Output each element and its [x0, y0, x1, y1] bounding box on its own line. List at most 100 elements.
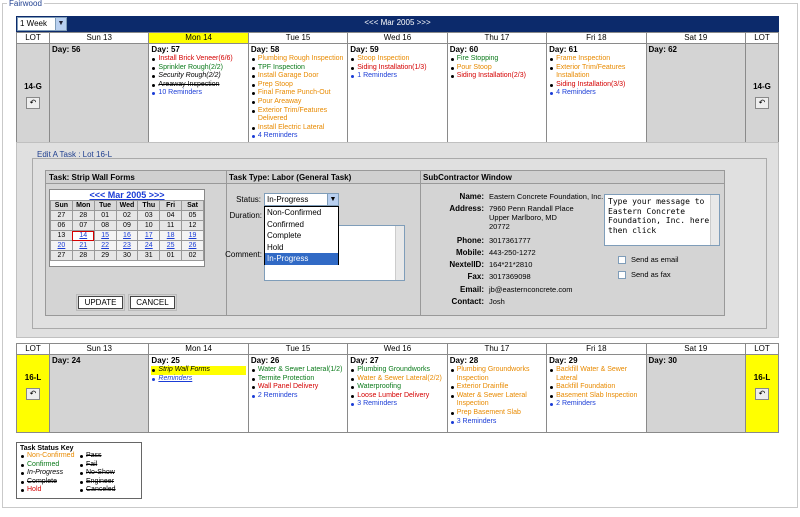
reminders-link[interactable]: 3 Reminders [350, 400, 444, 409]
status-option[interactable]: In-Progress [265, 253, 338, 265]
task-item[interactable]: Frame Inspection [549, 55, 643, 64]
task-item[interactable]: Plumbing Rough Inspection [251, 55, 345, 64]
task-item[interactable]: Areaway Inspection [151, 81, 245, 90]
day-cell[interactable]: Day: 56 [48, 43, 150, 150]
mini-day[interactable]: 25 [159, 240, 183, 251]
mini-day[interactable]: 19 [181, 230, 204, 241]
task-item[interactable]: Install Electric Lateral [251, 124, 345, 133]
mini-day[interactable]: 01 [159, 250, 183, 261]
task-item[interactable]: Install Garage Door [251, 72, 345, 81]
reminders-link[interactable]: 10 Reminders [151, 89, 245, 98]
reminders-link[interactable]: Reminders [151, 375, 245, 384]
task-item[interactable]: Fire Stopping [450, 55, 544, 64]
task-item[interactable]: Water & Sewer Lateral(1/2) [251, 366, 345, 375]
status-option[interactable]: Complete [265, 230, 338, 242]
task-item[interactable]: Prep Stoop [251, 81, 345, 90]
task-item[interactable]: Exterior Drainfile [450, 383, 544, 392]
task-item[interactable]: Pour Areaway [251, 98, 345, 107]
task-item[interactable]: Strip Wall Forms [151, 366, 246, 375]
mini-day[interactable]: 21 [71, 240, 95, 251]
mini-day[interactable]: 15 [93, 230, 117, 241]
mini-day[interactable]: 23 [115, 240, 139, 251]
day-cell[interactable]: Day: 24 [48, 354, 150, 433]
task-item[interactable]: Backfill Water & Sewer Lateral [549, 366, 643, 383]
sub-email[interactable]: jb@easternconcrete.com [489, 285, 573, 294]
mini-day[interactable]: 31 [137, 250, 161, 261]
task-item[interactable]: Termite Protection [251, 375, 345, 384]
task-item[interactable]: Stoop Inspection [350, 55, 444, 64]
mini-month-nav[interactable]: <<< Mar 2005 >>> [50, 190, 204, 200]
cancel-button[interactable]: CANCEL [128, 294, 177, 311]
status-option[interactable]: Non-Confirmed [265, 207, 338, 219]
reminders-link[interactable]: 3 Reminders [450, 418, 544, 427]
mini-day[interactable]: 10 [137, 220, 161, 231]
mini-day[interactable]: 13 [50, 230, 73, 241]
task-item[interactable]: Loose Lumber Delivery [350, 392, 444, 401]
task-item[interactable]: Pour Stoop [450, 64, 544, 73]
day-cell[interactable]: Day: 62 [645, 43, 747, 150]
task-item[interactable]: Exterior Trim/Features Delivered [251, 107, 345, 124]
mini-day[interactable]: 03 [137, 210, 161, 221]
task-item[interactable]: Plumbing Groundworks Inspection [450, 366, 544, 383]
task-item[interactable]: Waterproofing [350, 383, 444, 392]
task-item[interactable]: Prep Basement Slab [450, 409, 544, 418]
task-item[interactable]: Siding Installation(1/3) [350, 64, 444, 73]
send-fax-checkbox[interactable] [618, 271, 626, 279]
undo-icon[interactable]: ↶ [26, 388, 40, 400]
mini-day[interactable]: 16 [115, 230, 139, 241]
reminders-link[interactable]: 1 Reminders [350, 72, 444, 81]
mini-day[interactable]: 11 [159, 220, 183, 231]
message-textarea[interactable]: Type your message to Eastern Concrete Fo… [604, 194, 720, 246]
mini-day[interactable]: 28 [71, 250, 95, 261]
lot-name[interactable]: 14-G [746, 82, 778, 91]
day-cell[interactable]: Day: 27 Plumbing Groundworks Water & Sewer… [347, 354, 448, 433]
undo-icon[interactable]: ↶ [26, 97, 40, 109]
reminders-link[interactable]: 4 Reminders [251, 132, 345, 141]
mini-day[interactable]: 28 [71, 210, 95, 221]
chevron-down-icon[interactable]: ▼ [327, 194, 338, 205]
mini-day[interactable]: 01 [93, 210, 117, 221]
lot-name[interactable]: 14-G [17, 82, 49, 91]
task-item[interactable]: Water & Sewer Lateral(2/2) [350, 375, 444, 384]
task-item[interactable]: Siding Installation(3/3) [549, 81, 643, 90]
day-cell[interactable]: Day: 28 Plumbing Groundworks Inspection Ex… [446, 354, 548, 433]
send-email-checkbox[interactable] [618, 256, 626, 264]
reminders-link[interactable]: 2 Reminders [549, 400, 643, 409]
mini-day[interactable]: 17 [137, 230, 161, 241]
task-item[interactable]: Backfill Foundation [549, 383, 643, 392]
status-option[interactable]: Confirmed [265, 219, 338, 231]
lot-name[interactable]: 16-L [17, 373, 49, 382]
mini-day[interactable]: 22 [93, 240, 117, 251]
undo-icon[interactable]: ↶ [755, 97, 769, 109]
day-cell[interactable]: Day: 29 Backfill Water & Sewer Lateral Bac… [546, 354, 647, 433]
status-select[interactable]: In-Progress ▼ [264, 193, 339, 206]
mini-day[interactable]: 18 [159, 230, 183, 241]
mini-day[interactable]: 02 [115, 210, 139, 221]
mini-day[interactable]: 08 [93, 220, 117, 231]
task-item[interactable]: TPF Inspection [251, 64, 345, 73]
mini-day[interactable]: 04 [159, 210, 183, 221]
day-cell[interactable]: Day: 60 Fire Stopping Pour Stoop Siding Ins… [446, 43, 548, 150]
mini-day[interactable]: 30 [115, 250, 139, 261]
task-item[interactable]: Water & Sewer Lateral Inspection [450, 392, 544, 409]
lot-name[interactable]: 16-L [746, 373, 778, 382]
comment-scrollbar[interactable] [395, 226, 404, 280]
task-item[interactable]: Wall Panel Delivery [251, 383, 345, 392]
task-item[interactable]: Exterior Trim/Features Installation [549, 64, 643, 81]
task-item[interactable]: Siding Installation(2/3) [450, 72, 544, 81]
mini-day[interactable]: 27 [50, 250, 73, 261]
mini-day[interactable]: 20 [50, 240, 73, 251]
task-item[interactable]: Install Brick Veneer(6/6) [151, 55, 245, 64]
undo-icon[interactable]: ↶ [755, 388, 769, 400]
reminders-link[interactable]: 2 Reminders [251, 392, 345, 401]
day-cell[interactable]: Day: 26 Water & Sewer Lateral(1/2) Termite… [247, 354, 349, 433]
mini-day[interactable]: 26 [181, 240, 204, 251]
day-cell[interactable]: Day: 57 Install Brick Veneer(6/6) Sprinkle… [148, 43, 249, 150]
month-nav[interactable]: <<< Mar 2005 >>> [16, 18, 779, 27]
status-option[interactable]: Hold [265, 242, 338, 254]
mini-day[interactable]: 29 [93, 250, 117, 261]
mini-day[interactable]: 27 [50, 210, 73, 221]
day-cell[interactable]: Day: 25 Strip Wall Forms Reminders [148, 354, 249, 433]
task-item[interactable]: Security Rough(2/2) [151, 72, 245, 81]
mini-day[interactable]: 14 [71, 230, 95, 241]
